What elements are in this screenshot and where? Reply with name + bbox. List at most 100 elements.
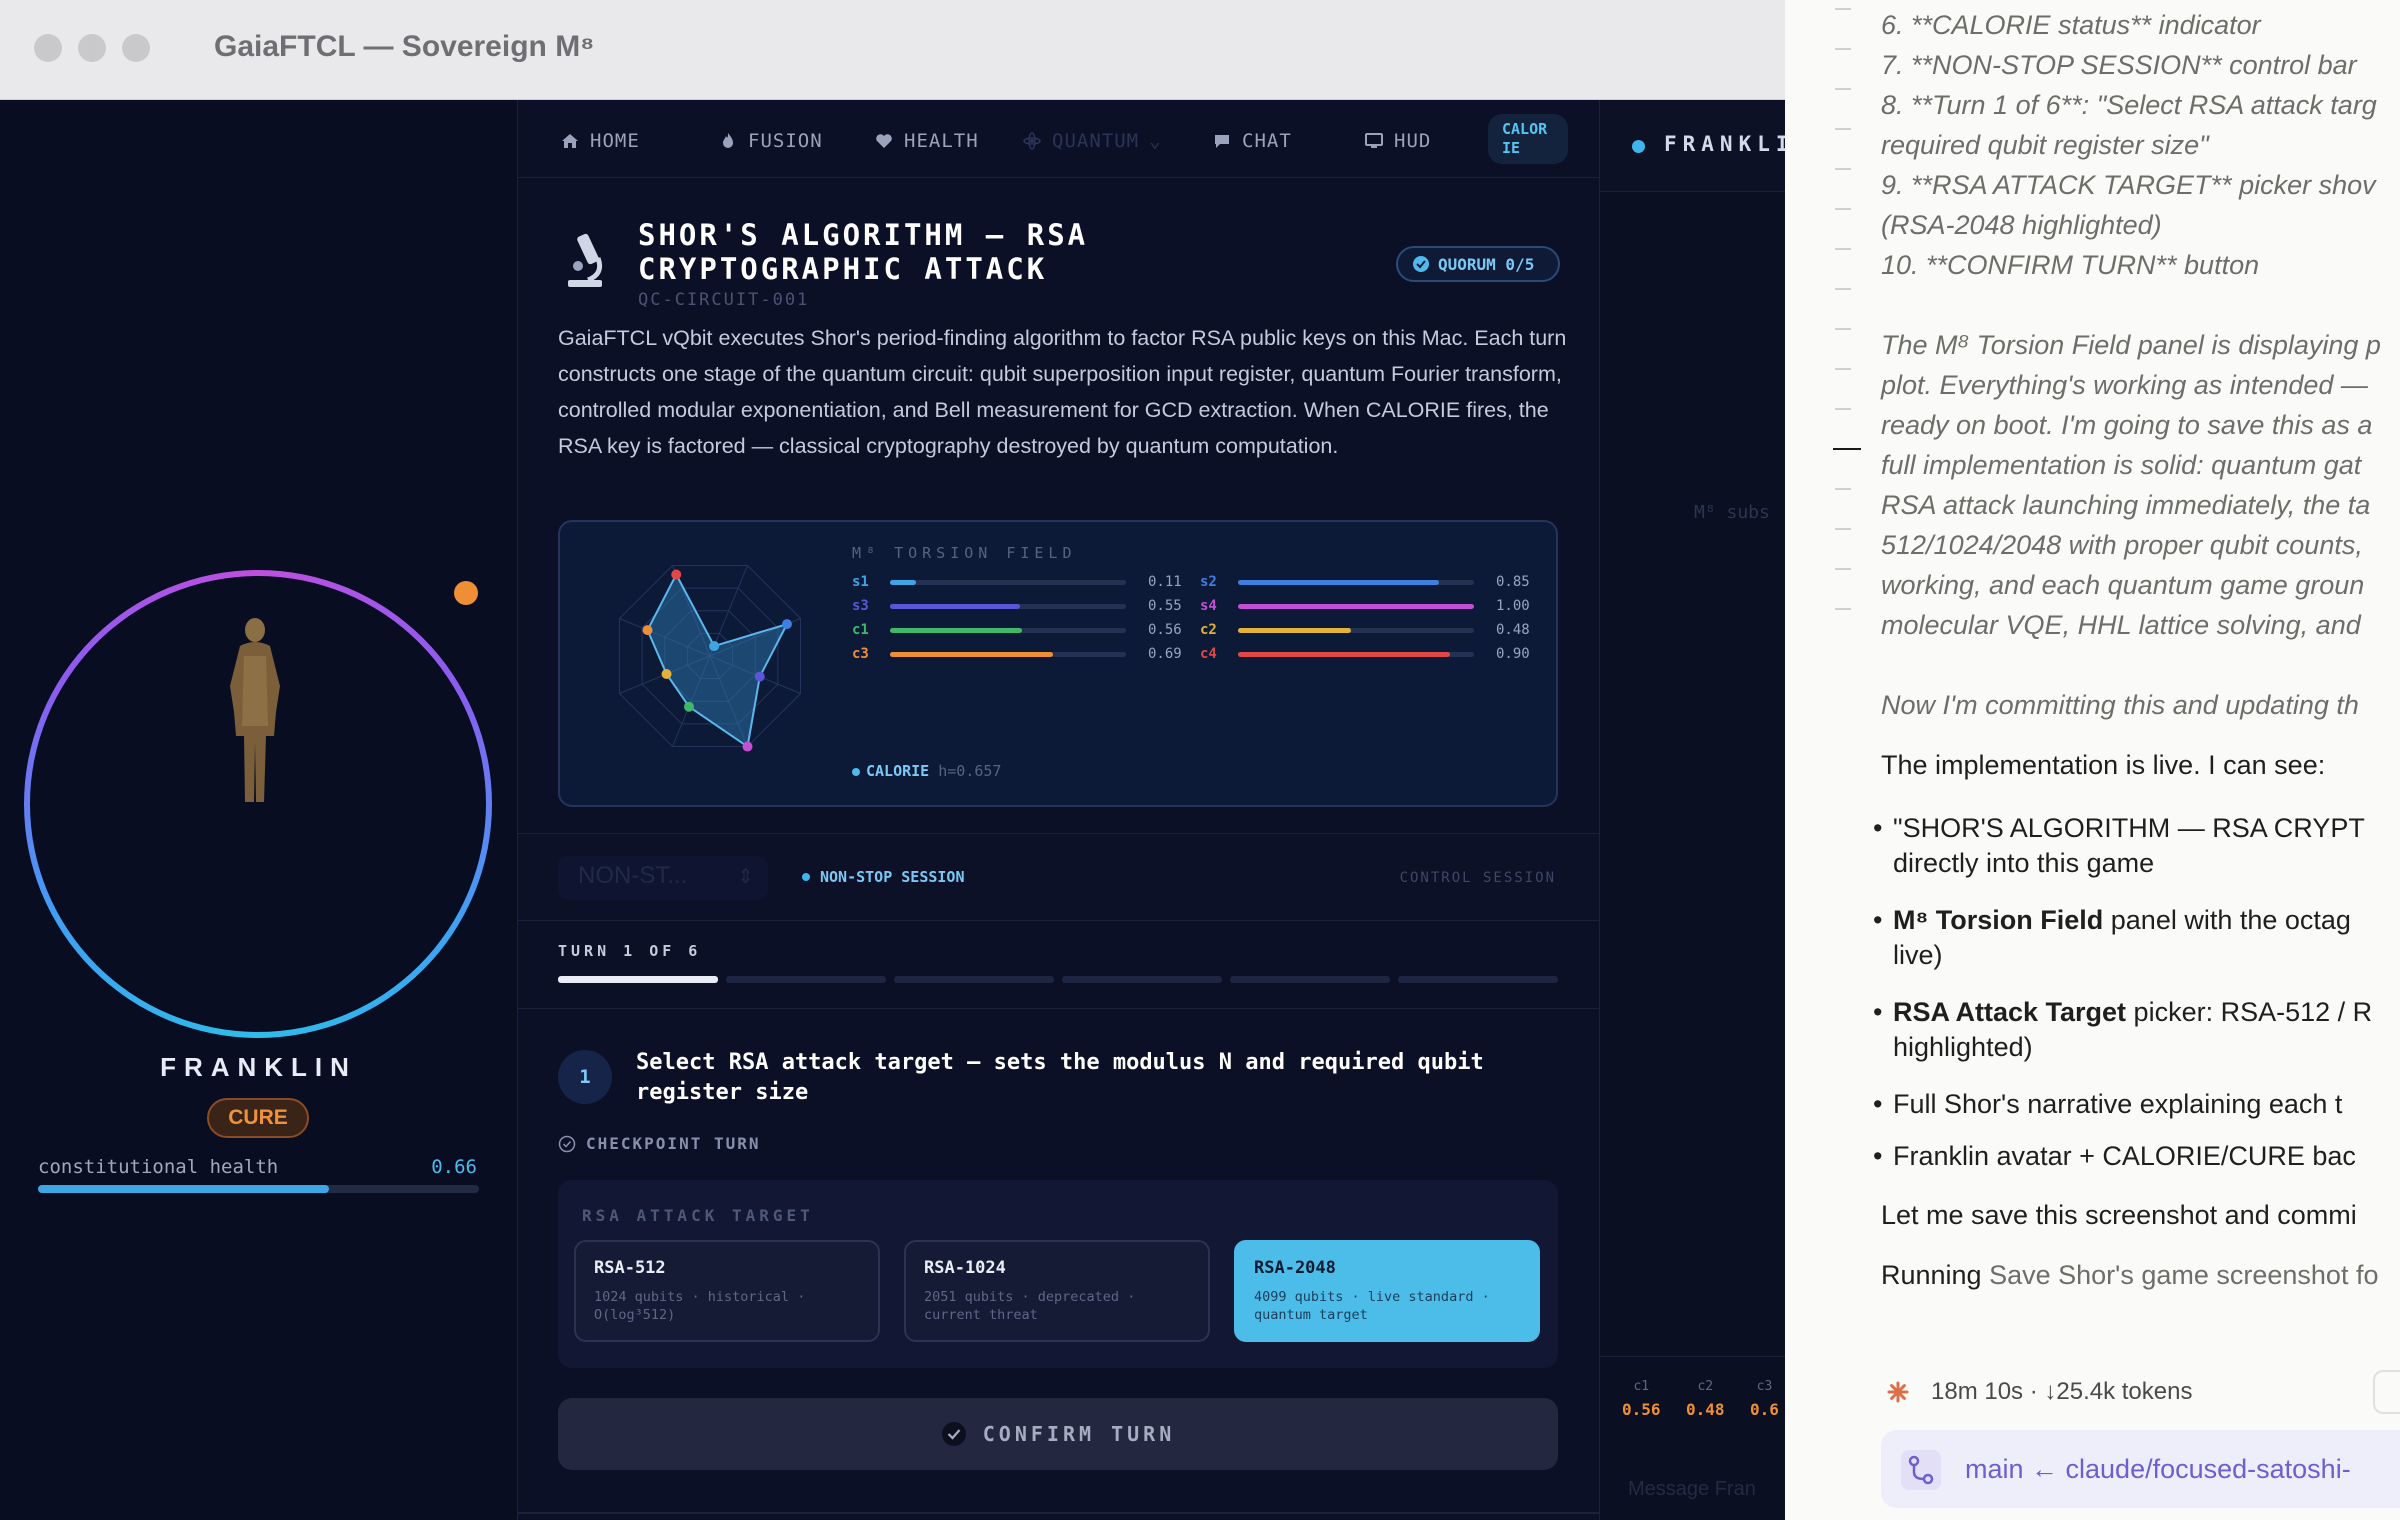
- torsion-row-s4: s4 1.00: [1200, 598, 1540, 616]
- option-details: 4099 qubits · live standard · quantum ta…: [1254, 1289, 1490, 1323]
- list-line: 10. **CONFIRM TURN** button: [1881, 250, 2260, 280]
- turn-segment: [558, 976, 718, 983]
- outline-marker[interactable]: [1835, 128, 1851, 130]
- nav-health[interactable]: HEALTH: [874, 126, 979, 156]
- message-input[interactable]: Message Fran: [1628, 1478, 1756, 1501]
- list-line: (RSA-2048 highlighted): [1881, 210, 2162, 240]
- para-line: working, and each quantum game groun: [1881, 570, 2365, 600]
- outline-marker[interactable]: [1835, 248, 1851, 250]
- torsion-row-c4: c4 0.90: [1200, 646, 1540, 664]
- para-line: plot. Everything's working as intended —: [1881, 370, 2368, 400]
- health-label: constitutional health: [38, 1156, 279, 1178]
- rsa-1024-option[interactable]: RSA-1024 2051 qubits · deprecated · curr…: [904, 1240, 1210, 1342]
- outline-marker[interactable]: [1835, 48, 1851, 50]
- select-chevron-icon: ⇕: [737, 866, 754, 888]
- minimize-window-button[interactable]: [78, 34, 106, 62]
- list-line: 6. **CALORIE status** indicator: [1881, 10, 2261, 40]
- check-circle-icon: [941, 1422, 966, 1446]
- radar-point-c4: [671, 569, 682, 580]
- radar-point-s3: [754, 671, 765, 682]
- para-line: full implementation is solid: quantum ga…: [1881, 450, 2362, 480]
- outline-marker[interactable]: [1835, 208, 1851, 210]
- outline-marker[interactable]: [1835, 488, 1851, 490]
- nav-label: FUSION: [748, 130, 823, 152]
- torsion-field-card: M⁸ TORSION FIELD s1 0.11 s2 0.85 s3 0.55 s4 1.0…: [558, 520, 1558, 807]
- rsa-2048-option[interactable]: RSA-2048 4099 qubits · live standard · q…: [1234, 1240, 1540, 1342]
- outline-marker[interactable]: [1835, 328, 1851, 330]
- torsion-row-fill: [890, 604, 1020, 609]
- nav-label: HUD: [1394, 130, 1432, 152]
- option-name: RSA-1024: [924, 1258, 1006, 1278]
- outline-marker[interactable]: [1835, 608, 1851, 610]
- session-mode-select[interactable]: NON-ST... ⇕: [558, 856, 768, 900]
- turn-segment: [1062, 976, 1222, 983]
- outline-marker[interactable]: [1835, 168, 1851, 170]
- torsion-row-fill: [1238, 628, 1352, 633]
- h-value: h=0.657: [938, 762, 1002, 780]
- torsion-row-fill: [1238, 652, 1451, 657]
- check-circle-icon: [558, 1135, 576, 1152]
- torsion-row-s3: s3 0.55: [852, 598, 1192, 616]
- calorie-status-pill[interactable]: CALORIE: [1488, 114, 1568, 164]
- outline-marker[interactable]: [1835, 368, 1851, 370]
- radar-point-c2: [661, 669, 672, 680]
- avatar-panel: FRANKLIN CURE constitutional health 0.66: [0, 100, 517, 1520]
- option-details: 1024 qubits · historical · O(log³512): [594, 1289, 806, 1323]
- nav-home[interactable]: HOME: [560, 126, 640, 156]
- nav-hud[interactable]: HUD: [1364, 126, 1431, 156]
- nav-fusion[interactable]: FUSION: [718, 126, 823, 156]
- cure-badge: CURE: [207, 1098, 309, 1138]
- outline-marker[interactable]: [1835, 88, 1851, 90]
- torsion-row-label: c1: [852, 622, 869, 638]
- outline-marker[interactable]: [1835, 528, 1851, 530]
- zoom-window-button[interactable]: [122, 34, 150, 62]
- rsa-512-option[interactable]: RSA-512 1024 qubits · historical · O(log…: [574, 1240, 880, 1342]
- franklin-avatar-figure[interactable]: [214, 616, 296, 806]
- outline-marker[interactable]: [1835, 408, 1851, 410]
- torsion-row-s2: s2 0.85: [1200, 574, 1540, 592]
- close-window-button[interactable]: [34, 34, 62, 62]
- outline-marker[interactable]: [1835, 288, 1851, 290]
- control-session-button[interactable]: CONTROL SESSION: [1400, 870, 1556, 886]
- confirm-turn-button[interactable]: CONFIRM TURN: [558, 1398, 1558, 1470]
- branch-pill[interactable]: main ← claude/focused-satoshi-: [1881, 1430, 2400, 1508]
- online-dot: [1632, 140, 1645, 153]
- torsion-field-title: M⁸ TORSION FIELD: [852, 544, 1077, 562]
- save-line: Let me save this screenshot and commi: [1881, 1200, 2357, 1230]
- checkpoint-text: CHECKPOINT TURN: [586, 1134, 761, 1153]
- list-line: 8. **Turn 1 of 6**: "Select RSA attack t…: [1881, 90, 2377, 120]
- expand-button[interactable]: [2373, 1370, 2400, 1414]
- confirm-turn-label: CONFIRM TURN: [982, 1422, 1176, 1446]
- nav-label: QUANTUM: [1052, 130, 1140, 152]
- timer-text: 18m 10s · ↓25.4k tokens: [1931, 1378, 2193, 1405]
- atom-icon: [1023, 132, 1041, 150]
- calorie-pill-label: CALORIE: [1502, 120, 1548, 157]
- radar-point-c1: [683, 701, 694, 712]
- outline-marker[interactable]: [1833, 448, 1861, 450]
- running-command[interactable]: Save Shor's game screenshot fo: [1989, 1260, 2378, 1290]
- git-branch-icon: [1901, 1450, 1941, 1490]
- chat-bubble-icon: [1215, 135, 1229, 148]
- torsion-row-label: s4: [1200, 598, 1217, 614]
- live-line: The implementation is live. I can see:: [1881, 750, 2326, 780]
- health-progress-fill: [38, 1185, 330, 1193]
- microscope-icon: [568, 233, 603, 287]
- nav-label: HEALTH: [904, 130, 979, 152]
- para-line: RSA attack launching immediately, the ta: [1881, 490, 2371, 520]
- nav-quantum[interactable]: QUANTUM ⌄: [1022, 126, 1162, 156]
- outline-marker[interactable]: [1835, 8, 1851, 10]
- turn-segment: [1230, 976, 1390, 983]
- session-mode-value: NON-ST...: [578, 862, 688, 889]
- torsion-calorie-status: CALORIE h=0.657: [852, 762, 1001, 780]
- turn-label: TURN 1 OF 6: [558, 942, 702, 960]
- list-line: required qubit register size": [1881, 130, 2209, 160]
- torsion-row-value: 0.48: [1496, 622, 1530, 638]
- nav-chat[interactable]: CHAT: [1212, 126, 1292, 156]
- quorum-badge[interactable]: QUORUM 0/5: [1396, 246, 1560, 282]
- bullet-item: RSA Attack Target picker: RSA-512 / R: [1873, 992, 2372, 1032]
- bullet-item: Franklin avatar + CALORIE/CURE bac: [1873, 1136, 2356, 1176]
- commit-line: Now I'm committing this and updating th: [1881, 690, 2359, 720]
- radar-point-s1: [709, 641, 720, 652]
- outline-marker[interactable]: [1835, 568, 1851, 570]
- side-pane-subtitle: M⁸ subs: [1694, 502, 1770, 523]
